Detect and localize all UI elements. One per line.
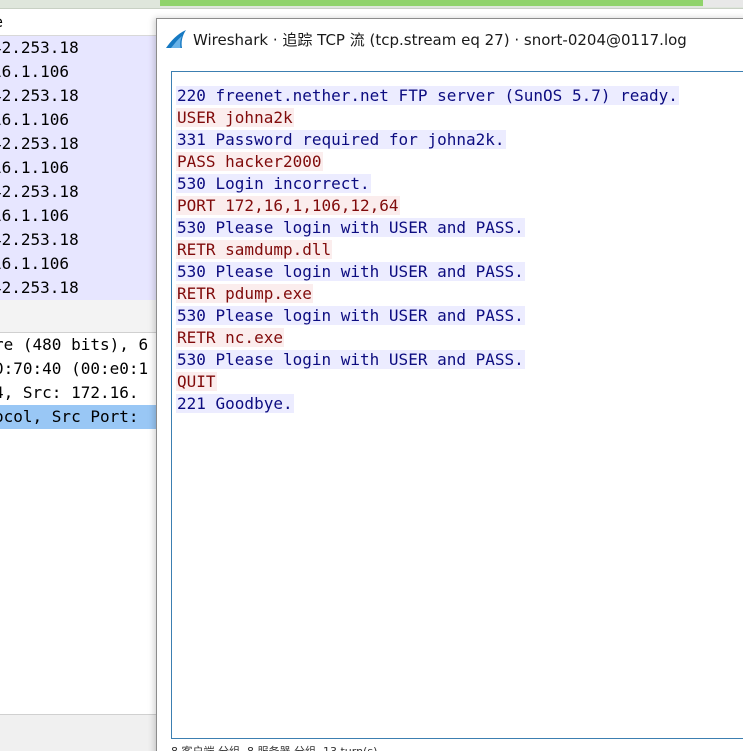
stream-line-text: RETR pdump.exe <box>176 284 313 303</box>
stream-line-text: 220 freenet.nether.net FTP server (SunOS… <box>176 86 679 105</box>
packet-row-address: 42.253.18 <box>0 38 79 57</box>
stream-line-text: PASS hacker2000 <box>176 152 323 171</box>
follow-tcp-stream-dialog: Wireshark · 追踪 TCP 流 (tcp.stream eq 27) … <box>156 18 743 751</box>
packet-row[interactable]: 42.253.18 <box>0 276 160 300</box>
packet-row-address: 42.253.18 <box>0 86 79 105</box>
packet-row-address: 16.1.106 <box>0 110 70 129</box>
stream-line-text: 530 Please login with USER and PASS. <box>176 218 525 237</box>
client-stream-line: PORT 172,16,1,106,12,64 <box>176 195 679 217</box>
detail-row-text: 4, Src: 172.16. <box>0 383 139 402</box>
stream-line-text: 221 Goodbye. <box>176 394 294 413</box>
packet-row-address: 42.253.18 <box>0 182 79 201</box>
packet-row-address: 42.253.18 <box>0 278 79 297</box>
server-stream-line: 331 Password required for johna2k. <box>176 129 679 151</box>
detail-row[interactable]: ocol, Src Port: <box>0 405 160 429</box>
packet-list[interactable]: 42.253.18 16.1.106 42.253.18 16.1.106 42.253… <box>0 36 160 300</box>
packet-row-address: 42.253.18 <box>0 134 79 153</box>
client-stream-line: QUIT <box>176 371 679 393</box>
packet-row-address: 16.1.106 <box>0 206 70 225</box>
packet-row[interactable]: 16.1.106 <box>0 252 160 276</box>
stream-line-text: QUIT <box>176 372 217 391</box>
stream-line-text: 530 Please login with USER and PASS. <box>176 306 525 325</box>
stream-line-text: 530 Please login with USER and PASS. <box>176 262 525 281</box>
packet-list-header[interactable]: e <box>0 9 160 36</box>
packet-row[interactable]: 16.1.106 <box>0 60 160 84</box>
server-stream-line: 220 freenet.nether.net FTP server (SunOS… <box>176 85 679 107</box>
packet-row-address: 16.1.106 <box>0 158 70 177</box>
server-stream-line: 221 Goodbye. <box>176 393 679 415</box>
packet-row[interactable]: 42.253.18 <box>0 228 160 252</box>
main-window-controls[interactable] <box>703 0 743 7</box>
dialog-title: Wireshark · 追踪 TCP 流 (tcp.stream eq 27) … <box>193 31 687 49</box>
stream-lines: 220 freenet.nether.net FTP server (SunOS… <box>172 85 679 415</box>
stream-line-text: PORT 172,16,1,106,12,64 <box>176 196 400 215</box>
packet-bytes-pane <box>0 714 160 751</box>
detail-row[interactable]: 4, Src: 172.16. <box>0 381 160 405</box>
packet-details-pane[interactable]: re (480 bits), 6 0:70:40 (00:e0:1 4, Src:… <box>0 333 160 713</box>
wireshark-fin-icon <box>166 30 186 48</box>
stream-line-text: 530 Login incorrect. <box>176 174 371 193</box>
detail-row[interactable]: re (480 bits), 6 <box>0 333 160 357</box>
client-stream-line: USER johna2k <box>176 107 679 129</box>
packet-row[interactable]: 42.253.18 <box>0 180 160 204</box>
packet-row[interactable]: 16.1.106 <box>0 156 160 180</box>
stream-line-text: USER johna2k <box>176 108 294 127</box>
server-stream-line: 530 Login incorrect. <box>176 173 679 195</box>
server-stream-line: 530 Please login with USER and PASS. <box>176 261 679 283</box>
server-stream-line: 530 Please login with USER and PASS. <box>176 305 679 327</box>
packet-row[interactable]: 42.253.18 <box>0 84 160 108</box>
packet-row[interactable]: 16.1.106 <box>0 108 160 132</box>
packet-row-address: 16.1.106 <box>0 254 70 273</box>
stream-line-text: RETR nc.exe <box>176 328 284 347</box>
stream-summary: 8 客户端 分组, 8 服务器 分组, 13 turn(s). <box>171 743 381 751</box>
display-filter-bar[interactable] <box>160 0 743 6</box>
packet-list-header-label: e <box>0 13 3 31</box>
stream-line-text: RETR samdump.dll <box>176 240 333 259</box>
packet-row[interactable]: 42.253.18 <box>0 36 160 60</box>
client-stream-line: PASS hacker2000 <box>176 151 679 173</box>
stream-content-view[interactable]: 220 freenet.nether.net FTP server (SunOS… <box>171 71 743 739</box>
packet-row[interactable]: 42.253.18 <box>0 132 160 156</box>
pane-splitter[interactable] <box>0 300 160 333</box>
screen: e 42.253.1816.1.10642.253.1816.1.10642.2… <box>0 0 743 751</box>
dialog-titlebar[interactable]: Wireshark · 追踪 TCP 流 (tcp.stream eq 27) … <box>157 19 743 59</box>
server-stream-line: 530 Please login with USER and PASS. <box>176 217 679 239</box>
stream-line-text: 331 Password required for johna2k. <box>176 130 506 149</box>
packet-row-address: 42.253.18 <box>0 230 79 249</box>
detail-row-text: re (480 bits), 6 <box>0 335 149 354</box>
detail-row-text: 0:70:40 (00:e0:1 <box>0 359 149 378</box>
detail-row-text: ocol, Src Port: <box>0 407 139 426</box>
client-stream-line: RETR pdump.exe <box>176 283 679 305</box>
client-stream-line: RETR samdump.dll <box>176 239 679 261</box>
server-stream-line: 530 Please login with USER and PASS. <box>176 349 679 371</box>
stream-line-text: 530 Please login with USER and PASS. <box>176 350 525 369</box>
packet-row-address: 16.1.106 <box>0 62 70 81</box>
client-stream-line: RETR nc.exe <box>176 327 679 349</box>
detail-row[interactable]: 0:70:40 (00:e0:1 <box>0 357 160 381</box>
packet-row[interactable]: 16.1.106 <box>0 204 160 228</box>
